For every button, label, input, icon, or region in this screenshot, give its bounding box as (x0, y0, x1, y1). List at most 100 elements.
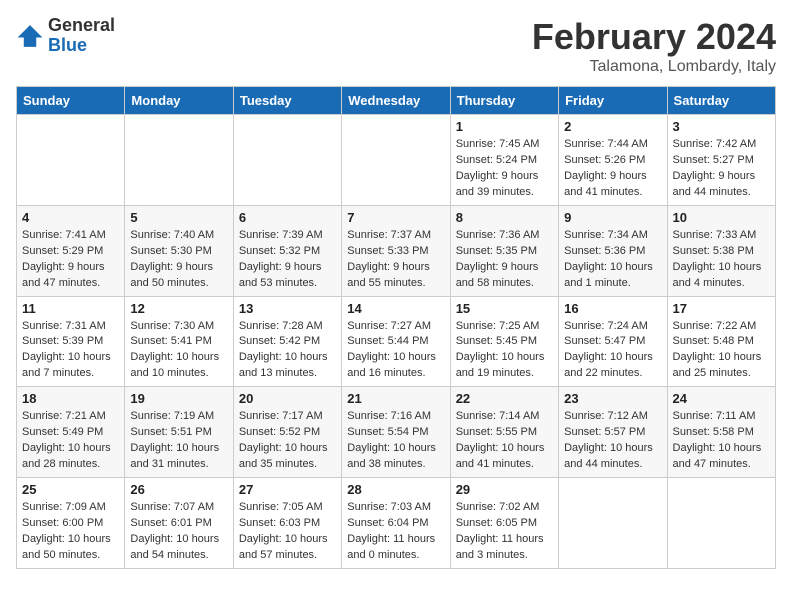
calendar-table: SundayMondayTuesdayWednesdayThursdayFrid… (16, 86, 776, 569)
day-info: Sunrise: 7:16 AM Sunset: 5:54 PM Dayligh… (347, 409, 444, 473)
day-info: Sunrise: 7:31 AM Sunset: 5:39 PM Dayligh… (22, 319, 119, 383)
day-number: 6 (239, 210, 336, 225)
calendar-cell: 27 Sunrise: 7:05 AM Sunset: 6:03 PM Dayli… (233, 478, 341, 569)
calendar-day-header: Tuesday (233, 87, 341, 115)
calendar-cell: 6 Sunrise: 7:39 AM Sunset: 5:32 PM Daylig… (233, 205, 341, 296)
calendar-week-row: 18Sunrise: 7:21 AM Sunset: 5:49 PM Dayli… (17, 387, 776, 478)
day-number: 16 (564, 301, 661, 316)
calendar-week-row: 1 Sunrise: 7:45 AM Sunset: 5:24 PM Daylig… (17, 115, 776, 206)
calendar-cell: 28 Sunrise: 7:03 AM Sunset: 6:04 PM Dayli… (342, 478, 450, 569)
calendar-week-row: 11 Sunrise: 7:31 AM Sunset: 5:39 PM Dayli… (17, 296, 776, 387)
calendar-cell: 16Sunrise: 7:24 AM Sunset: 5:47 PM Dayli… (559, 296, 667, 387)
calendar-cell (17, 115, 125, 206)
calendar-day-header: Saturday (667, 87, 775, 115)
calendar-cell: 4 Sunrise: 7:41 AM Sunset: 5:29 PM Daylig… (17, 205, 125, 296)
day-number: 28 (347, 482, 444, 497)
day-number: 10 (673, 210, 770, 225)
day-info: Sunrise: 7:37 AM Sunset: 5:33 PM Dayligh… (347, 228, 444, 292)
calendar-cell: 15Sunrise: 7:25 AM Sunset: 5:45 PM Dayli… (450, 296, 558, 387)
day-number: 20 (239, 391, 336, 406)
day-info: Sunrise: 7:17 AM Sunset: 5:52 PM Dayligh… (239, 409, 336, 473)
day-info: Sunrise: 7:42 AM Sunset: 5:27 PM Dayligh… (673, 137, 770, 201)
title-area: February 2024 Talamona, Lombardy, Italy (532, 16, 776, 76)
day-info: Sunrise: 7:33 AM Sunset: 5:38 PM Dayligh… (673, 228, 770, 292)
calendar-cell: 22 Sunrise: 7:14 AM Sunset: 5:55 PM Dayli… (450, 387, 558, 478)
day-number: 12 (130, 301, 227, 316)
day-info: Sunrise: 7:45 AM Sunset: 5:24 PM Dayligh… (456, 137, 553, 201)
day-number: 29 (456, 482, 553, 497)
calendar-week-row: 4 Sunrise: 7:41 AM Sunset: 5:29 PM Daylig… (17, 205, 776, 296)
calendar-cell (342, 115, 450, 206)
day-info: Sunrise: 7:34 AM Sunset: 5:36 PM Dayligh… (564, 228, 661, 292)
day-info: Sunrise: 7:07 AM Sunset: 6:01 PM Dayligh… (130, 500, 227, 564)
day-number: 14 (347, 301, 444, 316)
location-title: Talamona, Lombardy, Italy (532, 58, 776, 76)
calendar-cell: 12 Sunrise: 7:30 AM Sunset: 5:41 PM Dayli… (125, 296, 233, 387)
day-number: 18 (22, 391, 119, 406)
calendar-day-header: Sunday (17, 87, 125, 115)
calendar-cell: 7 Sunrise: 7:37 AM Sunset: 5:33 PM Daylig… (342, 205, 450, 296)
logo-general-text: General (48, 16, 115, 36)
day-number: 27 (239, 482, 336, 497)
calendar-cell: 24Sunrise: 7:11 AM Sunset: 5:58 PM Dayli… (667, 387, 775, 478)
calendar-cell: 23 Sunrise: 7:12 AM Sunset: 5:57 PM Dayli… (559, 387, 667, 478)
calendar-cell: 18Sunrise: 7:21 AM Sunset: 5:49 PM Dayli… (17, 387, 125, 478)
day-info: Sunrise: 7:05 AM Sunset: 6:03 PM Dayligh… (239, 500, 336, 564)
calendar-day-header: Monday (125, 87, 233, 115)
day-info: Sunrise: 7:14 AM Sunset: 5:55 PM Dayligh… (456, 409, 553, 473)
day-info: Sunrise: 7:28 AM Sunset: 5:42 PM Dayligh… (239, 319, 336, 383)
logo-blue-text: Blue (48, 36, 115, 56)
day-number: 23 (564, 391, 661, 406)
calendar-cell: 20 Sunrise: 7:17 AM Sunset: 5:52 PM Dayli… (233, 387, 341, 478)
day-number: 7 (347, 210, 444, 225)
logo-text: General Blue (48, 16, 115, 56)
month-title: February 2024 (532, 16, 776, 58)
day-info: Sunrise: 7:39 AM Sunset: 5:32 PM Dayligh… (239, 228, 336, 292)
day-number: 19 (130, 391, 227, 406)
day-number: 9 (564, 210, 661, 225)
day-number: 13 (239, 301, 336, 316)
calendar-cell: 21 Sunrise: 7:16 AM Sunset: 5:54 PM Dayli… (342, 387, 450, 478)
day-number: 21 (347, 391, 444, 406)
day-info: Sunrise: 7:11 AM Sunset: 5:58 PM Dayligh… (673, 409, 770, 473)
day-info: Sunrise: 7:02 AM Sunset: 6:05 PM Dayligh… (456, 500, 553, 564)
calendar-cell: 3 Sunrise: 7:42 AM Sunset: 5:27 PM Daylig… (667, 115, 775, 206)
calendar-cell (125, 115, 233, 206)
day-info: Sunrise: 7:12 AM Sunset: 5:57 PM Dayligh… (564, 409, 661, 473)
calendar-cell: 1 Sunrise: 7:45 AM Sunset: 5:24 PM Daylig… (450, 115, 558, 206)
day-number: 25 (22, 482, 119, 497)
day-number: 8 (456, 210, 553, 225)
calendar-week-row: 25 Sunrise: 7:09 AM Sunset: 6:00 PM Dayli… (17, 478, 776, 569)
calendar-cell: 29 Sunrise: 7:02 AM Sunset: 6:05 PM Dayli… (450, 478, 558, 569)
header-area: General Blue February 2024 Talamona, Lom… (16, 16, 776, 76)
calendar-cell: 10 Sunrise: 7:33 AM Sunset: 5:38 PM Dayli… (667, 205, 775, 296)
day-number: 11 (22, 301, 119, 316)
calendar-cell: 25 Sunrise: 7:09 AM Sunset: 6:00 PM Dayli… (17, 478, 125, 569)
day-number: 22 (456, 391, 553, 406)
calendar-cell (559, 478, 667, 569)
day-info: Sunrise: 7:36 AM Sunset: 5:35 PM Dayligh… (456, 228, 553, 292)
day-number: 3 (673, 119, 770, 134)
day-info: Sunrise: 7:19 AM Sunset: 5:51 PM Dayligh… (130, 409, 227, 473)
calendar-cell: 19 Sunrise: 7:19 AM Sunset: 5:51 PM Dayli… (125, 387, 233, 478)
day-info: Sunrise: 7:22 AM Sunset: 5:48 PM Dayligh… (673, 319, 770, 383)
day-info: Sunrise: 7:09 AM Sunset: 6:00 PM Dayligh… (22, 500, 119, 564)
day-info: Sunrise: 7:30 AM Sunset: 5:41 PM Dayligh… (130, 319, 227, 383)
calendar-cell: 17 Sunrise: 7:22 AM Sunset: 5:48 PM Dayli… (667, 296, 775, 387)
logo-icon (16, 22, 44, 50)
day-info: Sunrise: 7:03 AM Sunset: 6:04 PM Dayligh… (347, 500, 444, 564)
calendar-header-row: SundayMondayTuesdayWednesdayThursdayFrid… (17, 87, 776, 115)
day-number: 17 (673, 301, 770, 316)
day-number: 5 (130, 210, 227, 225)
day-number: 1 (456, 119, 553, 134)
calendar-day-header: Wednesday (342, 87, 450, 115)
calendar-cell: 13 Sunrise: 7:28 AM Sunset: 5:42 PM Dayli… (233, 296, 341, 387)
calendar-cell: 5Sunrise: 7:40 AM Sunset: 5:30 PM Daylig… (125, 205, 233, 296)
calendar-day-header: Thursday (450, 87, 558, 115)
day-info: Sunrise: 7:44 AM Sunset: 5:26 PM Dayligh… (564, 137, 661, 201)
calendar-day-header: Friday (559, 87, 667, 115)
day-info: Sunrise: 7:41 AM Sunset: 5:29 PM Dayligh… (22, 228, 119, 292)
day-number: 4 (22, 210, 119, 225)
calendar-cell: 2Sunrise: 7:44 AM Sunset: 5:26 PM Daylig… (559, 115, 667, 206)
day-info: Sunrise: 7:27 AM Sunset: 5:44 PM Dayligh… (347, 319, 444, 383)
